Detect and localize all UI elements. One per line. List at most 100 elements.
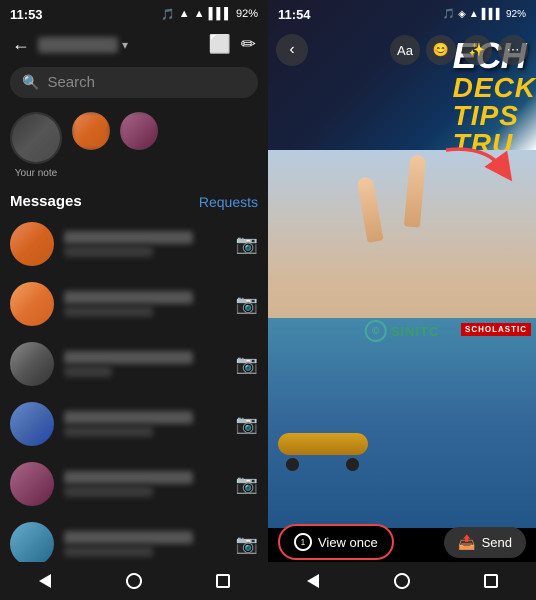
list-item[interactable]: 📷 — [0, 334, 268, 394]
home-nav-button[interactable] — [114, 566, 154, 596]
msg-name — [64, 531, 193, 544]
send-icon: 📤 — [458, 534, 475, 551]
note-item-2[interactable] — [120, 112, 158, 150]
wheel-2 — [346, 458, 359, 471]
text-tool-button[interactable]: Aa — [390, 35, 420, 65]
book-bottom: SCHOLASTIC — [268, 318, 536, 528]
msg-name — [64, 471, 193, 484]
avatar — [10, 522, 54, 562]
sticker-button[interactable]: 😊 — [426, 35, 456, 65]
note-avatar-2 — [120, 112, 158, 150]
search-input[interactable]: Search — [47, 74, 95, 91]
bottom-action-bar: 1 View once 📤 Send — [268, 524, 536, 560]
avatar-img-1 — [72, 112, 110, 150]
deck-line: DECK — [453, 74, 536, 102]
text-tool-label: Aa — [397, 43, 413, 58]
note-bubble — [10, 112, 62, 164]
msg-info — [64, 531, 226, 557]
time-left: 11:53 — [10, 7, 43, 22]
home-circle-icon-r — [394, 573, 410, 589]
list-item[interactable]: 📷 — [0, 394, 268, 454]
search-bar[interactable]: 🔍 Search — [10, 67, 258, 98]
avatar — [10, 402, 54, 446]
media-icon-r: 🎵 — [443, 9, 455, 20]
msg-info — [64, 231, 226, 257]
message-list: 📷 📷 📷 📷 — [0, 214, 268, 562]
messages-header: Messages Requests — [0, 187, 268, 214]
camera-icon: 📷 — [236, 474, 258, 495]
note-bubble-inner — [12, 114, 60, 162]
back-triangle-icon-r — [307, 574, 319, 588]
recents-nav-button[interactable] — [203, 566, 243, 596]
back-button-left[interactable]: ← — [12, 34, 30, 55]
signal-icon-r: ◈ — [458, 9, 466, 20]
msg-preview — [64, 306, 153, 317]
avatar — [10, 462, 54, 506]
requests-button[interactable]: Requests — [199, 194, 258, 210]
right-panel: ECH DECK TIPS TRU Get re SCHOLASTIC — [268, 0, 536, 600]
header-icons-left: ⬜ ✏ — [208, 34, 256, 55]
right-header-icons: Aa 😊 ✨ ⋯ — [390, 35, 528, 65]
camera-icon: 📷 — [236, 354, 258, 375]
note-item-1[interactable] — [72, 112, 110, 150]
camera-icon: 📷 — [236, 534, 258, 555]
list-item[interactable]: 📷 — [0, 274, 268, 334]
recents-square-icon-r — [484, 574, 498, 588]
view-once-button[interactable]: 1 View once — [278, 524, 394, 560]
back-nav-right[interactable] — [293, 566, 333, 596]
back-triangle-icon — [39, 574, 51, 588]
msg-preview — [64, 246, 153, 257]
home-nav-right[interactable] — [382, 566, 422, 596]
watermark-icon: © — [365, 320, 387, 342]
list-item[interactable]: 📷 — [0, 454, 268, 514]
messages-label: Messages — [10, 193, 82, 210]
avatar — [10, 282, 54, 326]
camera-icon: 📷 — [236, 294, 258, 315]
avatar — [10, 342, 54, 386]
recents-nav-right[interactable] — [471, 566, 511, 596]
effects-button[interactable]: ✨ — [462, 35, 492, 65]
view-once-icon: 1 — [294, 533, 312, 551]
status-bar-left: 11:53 🎵 ▲ ▲ ▌▌▌ 92% — [0, 0, 268, 28]
note-label: Your note — [15, 168, 57, 179]
list-item[interactable]: 📷 — [0, 214, 268, 274]
chevron-down-icon: ▾ — [122, 38, 128, 52]
scholastic-logo: SCHOLASTIC — [461, 323, 531, 336]
msg-info — [64, 411, 226, 437]
back-button-right[interactable]: ‹ — [276, 34, 308, 66]
list-item[interactable]: 📷 — [0, 514, 268, 562]
book-image: ECH DECK TIPS TRU Get re SCHOLASTIC — [268, 0, 536, 600]
avatar-img-2 — [120, 112, 158, 150]
battery-icon: 92% — [236, 8, 258, 20]
edit-icon[interactable]: ✏ — [241, 34, 256, 55]
msg-preview — [64, 486, 153, 497]
watermark: © SINITC — [365, 320, 440, 342]
wheel-1 — [286, 458, 299, 471]
left-nav-bar — [0, 562, 268, 600]
video-call-icon[interactable]: ⬜ — [208, 34, 230, 55]
status-icons-left: 🎵 ▲ ▲ ▌▌▌ 92% — [161, 8, 258, 21]
tips-line: TIPS — [453, 102, 536, 130]
msg-name — [64, 411, 193, 424]
recents-square-icon — [216, 574, 230, 588]
back-nav-button[interactable] — [25, 566, 65, 596]
your-note-item[interactable]: Your note — [10, 112, 62, 179]
wifi-icon-r: ▲ — [469, 9, 479, 20]
msg-name — [64, 231, 193, 244]
effects-icon: ✨ — [469, 42, 485, 58]
send-button[interactable]: 📤 Send — [444, 527, 526, 558]
camera-icon: 📷 — [236, 414, 258, 435]
view-once-label: View once — [318, 535, 378, 550]
avatar — [10, 222, 54, 266]
status-icons-right: 🎵 ◈ ▲ ▌▌▌ 92% — [443, 9, 526, 20]
view-once-count: 1 — [301, 538, 305, 547]
more-options-button[interactable]: ⋯ — [498, 35, 528, 65]
right-nav-bar — [268, 562, 536, 600]
note-section: Your note — [0, 104, 268, 187]
right-header: ‹ Aa 😊 ✨ ⋯ — [268, 28, 536, 72]
signal-bars-icon: ▌▌▌ — [209, 8, 232, 20]
more-icon: ⋯ — [507, 42, 520, 58]
book-content: ECH DECK TIPS TRU Get re SCHOLASTIC — [268, 0, 536, 600]
msg-info — [64, 291, 226, 317]
msg-preview — [64, 546, 153, 557]
